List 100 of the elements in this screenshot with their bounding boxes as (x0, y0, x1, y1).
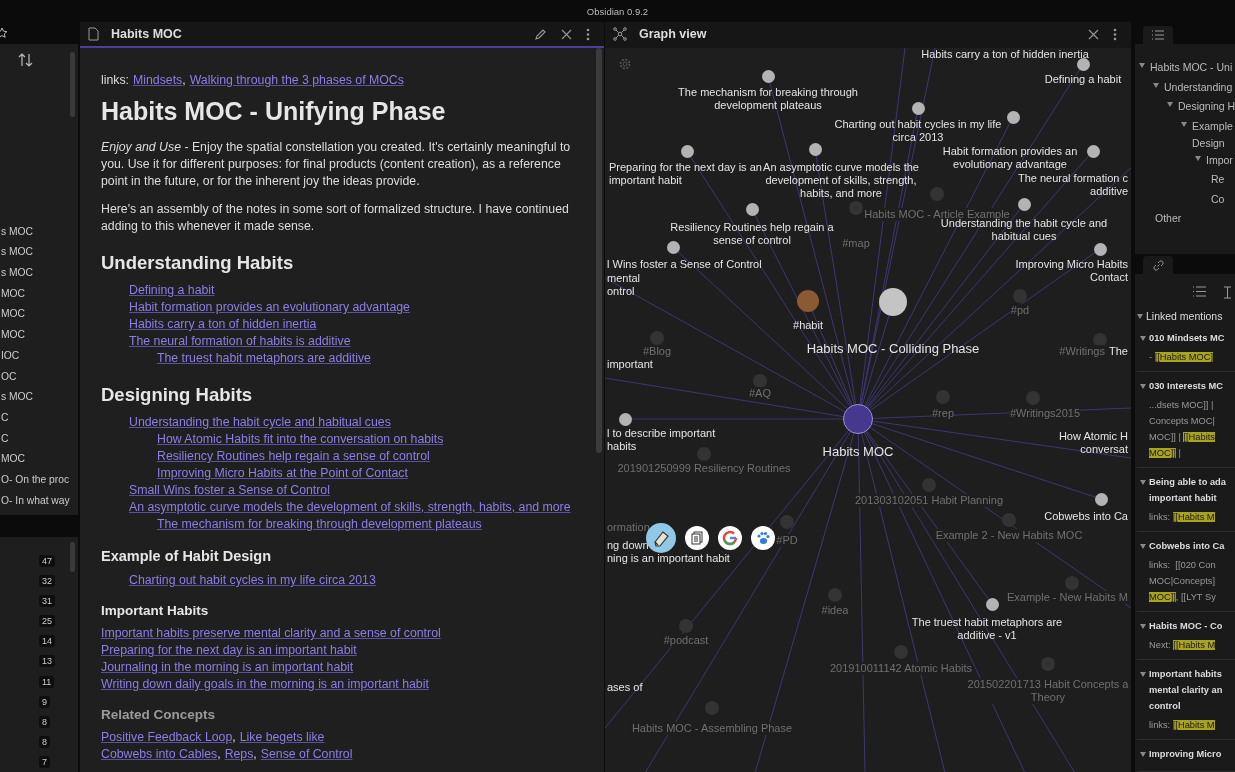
note-link[interactable]: Walking through the 3 phases of MOCs (189, 73, 404, 87)
list-icon[interactable] (1152, 30, 1164, 40)
graph-node[interactable] (1002, 513, 1016, 527)
mention-title[interactable]: Important habits mental clarity an control (1149, 666, 1223, 714)
graph-node[interactable] (797, 290, 819, 312)
backlinks-tab[interactable] (1143, 256, 1173, 274)
file-item[interactable]: s MOC (0, 221, 78, 243)
caret-icon[interactable] (1140, 336, 1146, 341)
close-icon[interactable] (1088, 28, 1099, 40)
graph-node[interactable] (1094, 492, 1108, 506)
text-cursor-icon[interactable] (1223, 286, 1232, 299)
file-item[interactable]: s MOC (0, 387, 78, 408)
note-link[interactable]: The neural formation of habits is additive (129, 334, 351, 348)
file-item[interactable]: MOC (0, 325, 78, 346)
note-link[interactable]: Like begets like (239, 730, 325, 744)
graph-node[interactable] (745, 202, 759, 216)
caret-icon[interactable] (1140, 384, 1146, 389)
mention-title[interactable]: 010 Mindsets MC (1149, 330, 1225, 346)
note-link[interactable]: Defining a habit (129, 283, 215, 297)
graph-node[interactable] (843, 404, 873, 434)
file-item[interactable]: C (0, 428, 78, 450)
mention-title[interactable]: Being able to ada important habit (1149, 474, 1226, 506)
link-icon[interactable] (1152, 259, 1164, 271)
graph-node[interactable] (1086, 144, 1100, 158)
scrollbar[interactable] (596, 48, 602, 453)
graph-node[interactable] (680, 144, 694, 158)
pencil-icon[interactable] (534, 27, 547, 41)
caret-icon[interactable] (1140, 480, 1146, 485)
mention-title[interactable]: 030 Interests MC (1149, 378, 1223, 394)
outline-item[interactable]: Re (1211, 171, 1225, 188)
graph-node[interactable] (1093, 242, 1107, 256)
close-icon[interactable] (561, 28, 572, 40)
graph-node[interactable] (1006, 110, 1020, 124)
tab-title[interactable]: Graph view (639, 27, 707, 41)
note-link[interactable]: The mechanism for breaking through development plateaus (157, 517, 482, 531)
outline-item[interactable]: Co (1211, 190, 1225, 208)
list-icon[interactable] (1193, 286, 1206, 297)
graph-node[interactable] (985, 597, 999, 611)
mention-title[interactable]: Improving Micro (1149, 746, 1222, 762)
file-item[interactable]: O- On the proc (0, 469, 78, 491)
tab-title[interactable]: Habits MOC (111, 27, 182, 41)
caret-icon[interactable] (1167, 102, 1173, 107)
note-link[interactable]: Improving Micro Habits at the Point of Contact (157, 466, 408, 480)
graph-node[interactable] (618, 412, 632, 426)
caret-icon[interactable] (1137, 313, 1143, 319)
graph-node[interactable] (808, 142, 822, 156)
caret-icon[interactable] (1140, 672, 1146, 677)
caret-icon[interactable] (1153, 82, 1159, 88)
more-icon[interactable] (1113, 27, 1117, 41)
caret-icon[interactable] (1181, 121, 1187, 127)
note-link[interactable]: Journaling in the morning is an important habit (101, 660, 354, 674)
note-link[interactable]: Small Wins foster a Sense of Control (129, 483, 330, 497)
caret-icon[interactable] (1140, 624, 1146, 629)
outline-item[interactable]: Impor (1206, 151, 1233, 169)
ring-icon[interactable] (718, 526, 742, 550)
outline-tab[interactable] (1143, 26, 1173, 44)
note-link[interactable]: Understanding the habit cycle and habitual cues (129, 415, 391, 429)
graph-node[interactable] (1076, 57, 1090, 71)
graph-node[interactable] (1013, 289, 1027, 303)
graph-node[interactable] (1017, 197, 1031, 211)
note-link[interactable]: Habits carry a ton of hidden inertia (129, 317, 317, 331)
caret-icon[interactable] (1139, 63, 1145, 68)
graph-node[interactable] (911, 101, 925, 115)
graph-node[interactable] (780, 515, 794, 529)
caret-icon[interactable] (1195, 155, 1201, 161)
file-item[interactable]: s MOC (0, 263, 78, 284)
caret-icon[interactable] (1140, 544, 1146, 549)
file-item[interactable]: C (0, 407, 78, 429)
paw-icon[interactable] (751, 526, 775, 550)
note-link[interactable]: Habit formation provides an evolutionary advantage (129, 300, 410, 314)
copy-icon[interactable] (685, 526, 709, 550)
caret-icon[interactable] (1140, 752, 1146, 757)
file-item[interactable]: MOC (0, 304, 78, 326)
outline-item[interactable]: Habits MOC - Uni (1150, 59, 1233, 76)
file-item[interactable]: MOC (0, 449, 78, 470)
mention-title[interactable]: Cobwebs into Ca (1149, 538, 1225, 554)
graph-node[interactable] (761, 69, 775, 83)
outline-item[interactable]: Other (1155, 210, 1182, 227)
note-link[interactable]: Writing down daily goals in the morning is an important habit (101, 677, 429, 691)
note-link[interactable]: The truest habit metaphors are additive (157, 351, 371, 365)
note-link[interactable]: An asymptotic curve models the development of skills, strength, habits, and more (129, 500, 571, 514)
note-link[interactable]: Important habits preserve mental clarity and a sense of control (101, 626, 441, 640)
file-item[interactable]: s MOC (0, 242, 78, 264)
note-link[interactable]: How Atomic Habits fit into the conversation on habits (157, 432, 444, 446)
outline-item[interactable]: Understanding (1164, 78, 1233, 96)
file-item[interactable]: OC (0, 366, 78, 388)
outline-item[interactable]: Designing H (1178, 98, 1235, 115)
note-link[interactable]: Sense of Control (260, 747, 353, 761)
graph-node[interactable] (879, 288, 907, 316)
outline-item[interactable]: Example Design (1192, 117, 1233, 152)
sort-icon[interactable] (18, 52, 34, 67)
note-link[interactable]: Resiliency Routines help regain a sense of control (157, 449, 430, 463)
file-item[interactable]: MOC (0, 283, 78, 305)
note-link[interactable]: Charting out habit cycles in my life circa 2013 (129, 573, 376, 587)
file-item[interactable]: O- In what way (0, 490, 78, 512)
graph-node[interactable] (679, 619, 693, 633)
star-icon[interactable] (0, 26, 8, 39)
scrollbar[interactable] (70, 541, 75, 572)
graph-node[interactable] (666, 240, 680, 254)
file-item[interactable]: IOC (0, 345, 78, 367)
